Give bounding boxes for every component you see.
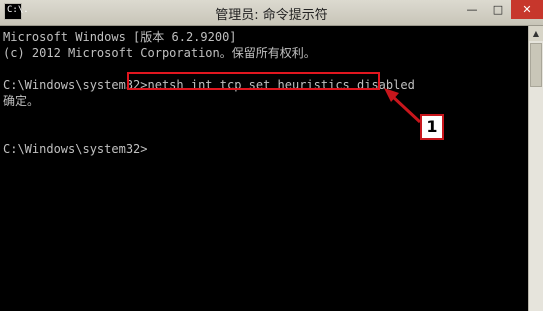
callout-number-badge: 1	[420, 114, 444, 140]
callout-arrow-icon	[384, 88, 422, 124]
command-prompt-window: C:\. 管理员: 命令提示符 — □ ✕ Microsoft Windows …	[0, 0, 543, 311]
